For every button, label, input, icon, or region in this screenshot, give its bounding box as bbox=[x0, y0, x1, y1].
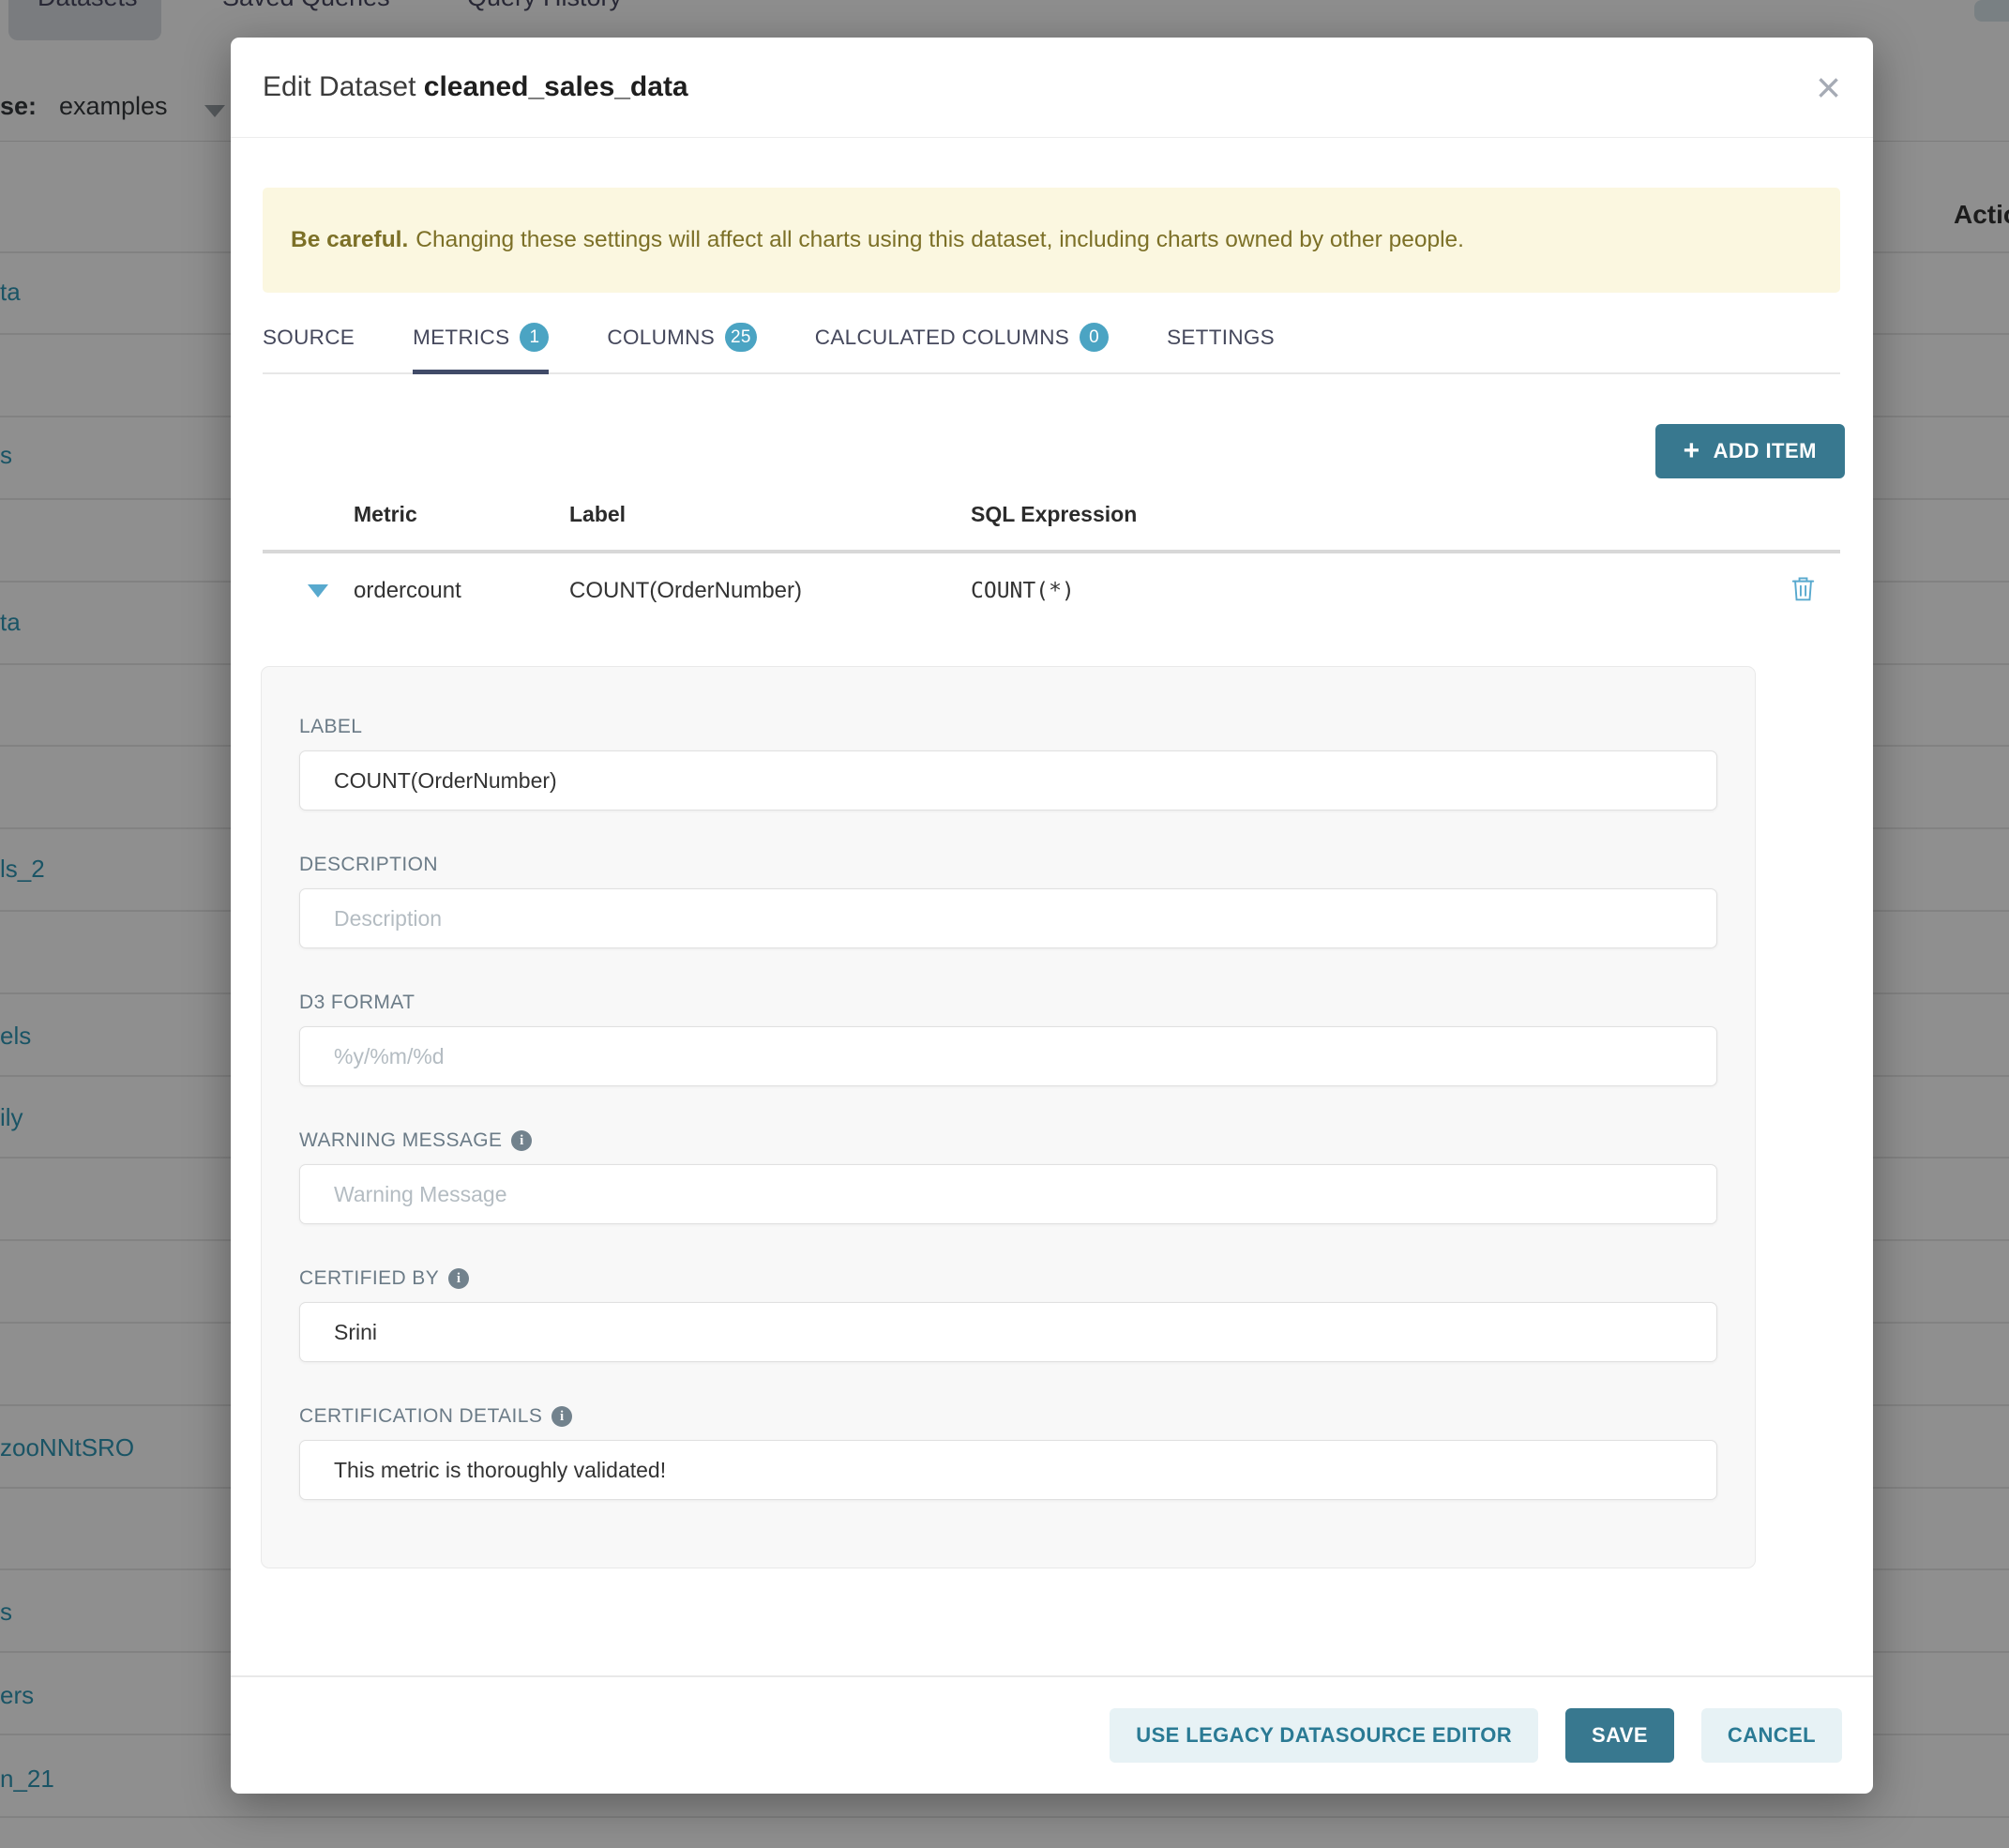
expand-caret-icon[interactable] bbox=[308, 584, 328, 598]
modal-title-prefix: Edit Dataset bbox=[263, 71, 415, 102]
tab-columns[interactable]: COLUMNS 25 bbox=[607, 302, 756, 372]
tab-label: SETTINGS bbox=[1167, 326, 1275, 350]
tab-badge: 25 bbox=[725, 323, 757, 352]
trash-icon[interactable] bbox=[1790, 575, 1816, 608]
modal-footer: USE LEGACY DATASOURCE EDITOR SAVE CANCEL bbox=[231, 1675, 1873, 1794]
save-button[interactable]: SAVE bbox=[1565, 1708, 1674, 1763]
field-description-caption: DESCRIPTION bbox=[299, 854, 1715, 876]
cancel-button[interactable]: CANCEL bbox=[1701, 1708, 1842, 1763]
edit-dataset-modal: Edit Dataset cleaned_sales_data × Be car… bbox=[231, 38, 1873, 1794]
warning-banner: Be careful. Changing these settings will… bbox=[263, 188, 1840, 293]
field-certified-by-caption: CERTIFIED BY i bbox=[299, 1267, 1715, 1290]
add-item-button[interactable]: + ADD ITEM bbox=[1655, 424, 1845, 478]
field-certified-by: CERTIFIED BY i bbox=[299, 1267, 1715, 1362]
metrics-table-header: Metric Label SQL Expression bbox=[263, 478, 1840, 553]
d3-format-input[interactable] bbox=[299, 1026, 1717, 1086]
tab-label: SOURCE bbox=[263, 326, 355, 350]
field-label: LABEL bbox=[299, 716, 1715, 810]
tab-source[interactable]: SOURCE bbox=[263, 302, 355, 372]
tabs: SOURCE METRICS 1 COLUMNS 25 CALCULATED C… bbox=[263, 302, 1840, 374]
warning-banner-bold: Be careful. bbox=[291, 227, 408, 253]
use-legacy-datasource-editor-button[interactable]: USE LEGACY DATASOURCE EDITOR bbox=[1110, 1708, 1538, 1763]
tab-badge: 1 bbox=[520, 323, 549, 352]
label-input[interactable] bbox=[299, 750, 1717, 810]
certification-details-input[interactable] bbox=[299, 1440, 1717, 1500]
tab-calculated-columns[interactable]: CALCULATED COLUMNS 0 bbox=[815, 302, 1109, 372]
field-description: DESCRIPTION bbox=[299, 854, 1715, 948]
field-certification-details: CERTIFICATION DETAILS i bbox=[299, 1405, 1715, 1500]
header-sql-expression: SQL Expression bbox=[971, 502, 1137, 527]
field-d3-format-caption: D3 FORMAT bbox=[299, 992, 1715, 1014]
metric-sql: COUNT(*) bbox=[971, 579, 1075, 603]
tab-label: METRICS bbox=[413, 326, 509, 350]
header-metric: Metric bbox=[354, 502, 417, 527]
modal-title-dataset-name: cleaned_sales_data bbox=[424, 71, 688, 102]
add-item-label: ADD ITEM bbox=[1714, 439, 1817, 463]
tab-label: CALCULATED COLUMNS bbox=[815, 326, 1069, 350]
tab-settings[interactable]: SETTINGS bbox=[1167, 302, 1275, 372]
field-d3-format: D3 FORMAT bbox=[299, 992, 1715, 1086]
field-warning-message: WARNING MESSAGE i bbox=[299, 1129, 1715, 1224]
modal-title: Edit Dataset cleaned_sales_data bbox=[263, 71, 688, 103]
metric-label: COUNT(OrderNumber) bbox=[569, 578, 802, 604]
description-input[interactable] bbox=[299, 888, 1717, 948]
metric-name: ordercount bbox=[354, 578, 461, 604]
tab-metrics[interactable]: METRICS 1 bbox=[413, 302, 549, 372]
tab-label: COLUMNS bbox=[607, 326, 715, 350]
metric-edit-panel: LABEL DESCRIPTION D3 FORMAT WARNING MESS… bbox=[261, 666, 1756, 1568]
info-icon: i bbox=[551, 1406, 572, 1427]
field-label-caption: LABEL bbox=[299, 716, 1715, 738]
info-icon: i bbox=[448, 1268, 469, 1289]
plus-icon: + bbox=[1684, 437, 1700, 465]
metric-row: ordercount COUNT(OrderNumber) COUNT(*) bbox=[263, 553, 1840, 629]
warning-banner-text: Changing these settings will affect all … bbox=[415, 227, 1464, 253]
certified-by-input[interactable] bbox=[299, 1302, 1717, 1362]
tab-badge: 0 bbox=[1080, 323, 1109, 352]
close-icon[interactable]: × bbox=[1816, 66, 1841, 109]
modal-header: Edit Dataset cleaned_sales_data × bbox=[231, 38, 1873, 138]
field-certification-details-caption: CERTIFICATION DETAILS i bbox=[299, 1405, 1715, 1428]
warning-message-input[interactable] bbox=[299, 1164, 1717, 1224]
info-icon: i bbox=[511, 1130, 532, 1151]
field-warning-message-caption: WARNING MESSAGE i bbox=[299, 1129, 1715, 1152]
header-label: Label bbox=[569, 502, 626, 527]
